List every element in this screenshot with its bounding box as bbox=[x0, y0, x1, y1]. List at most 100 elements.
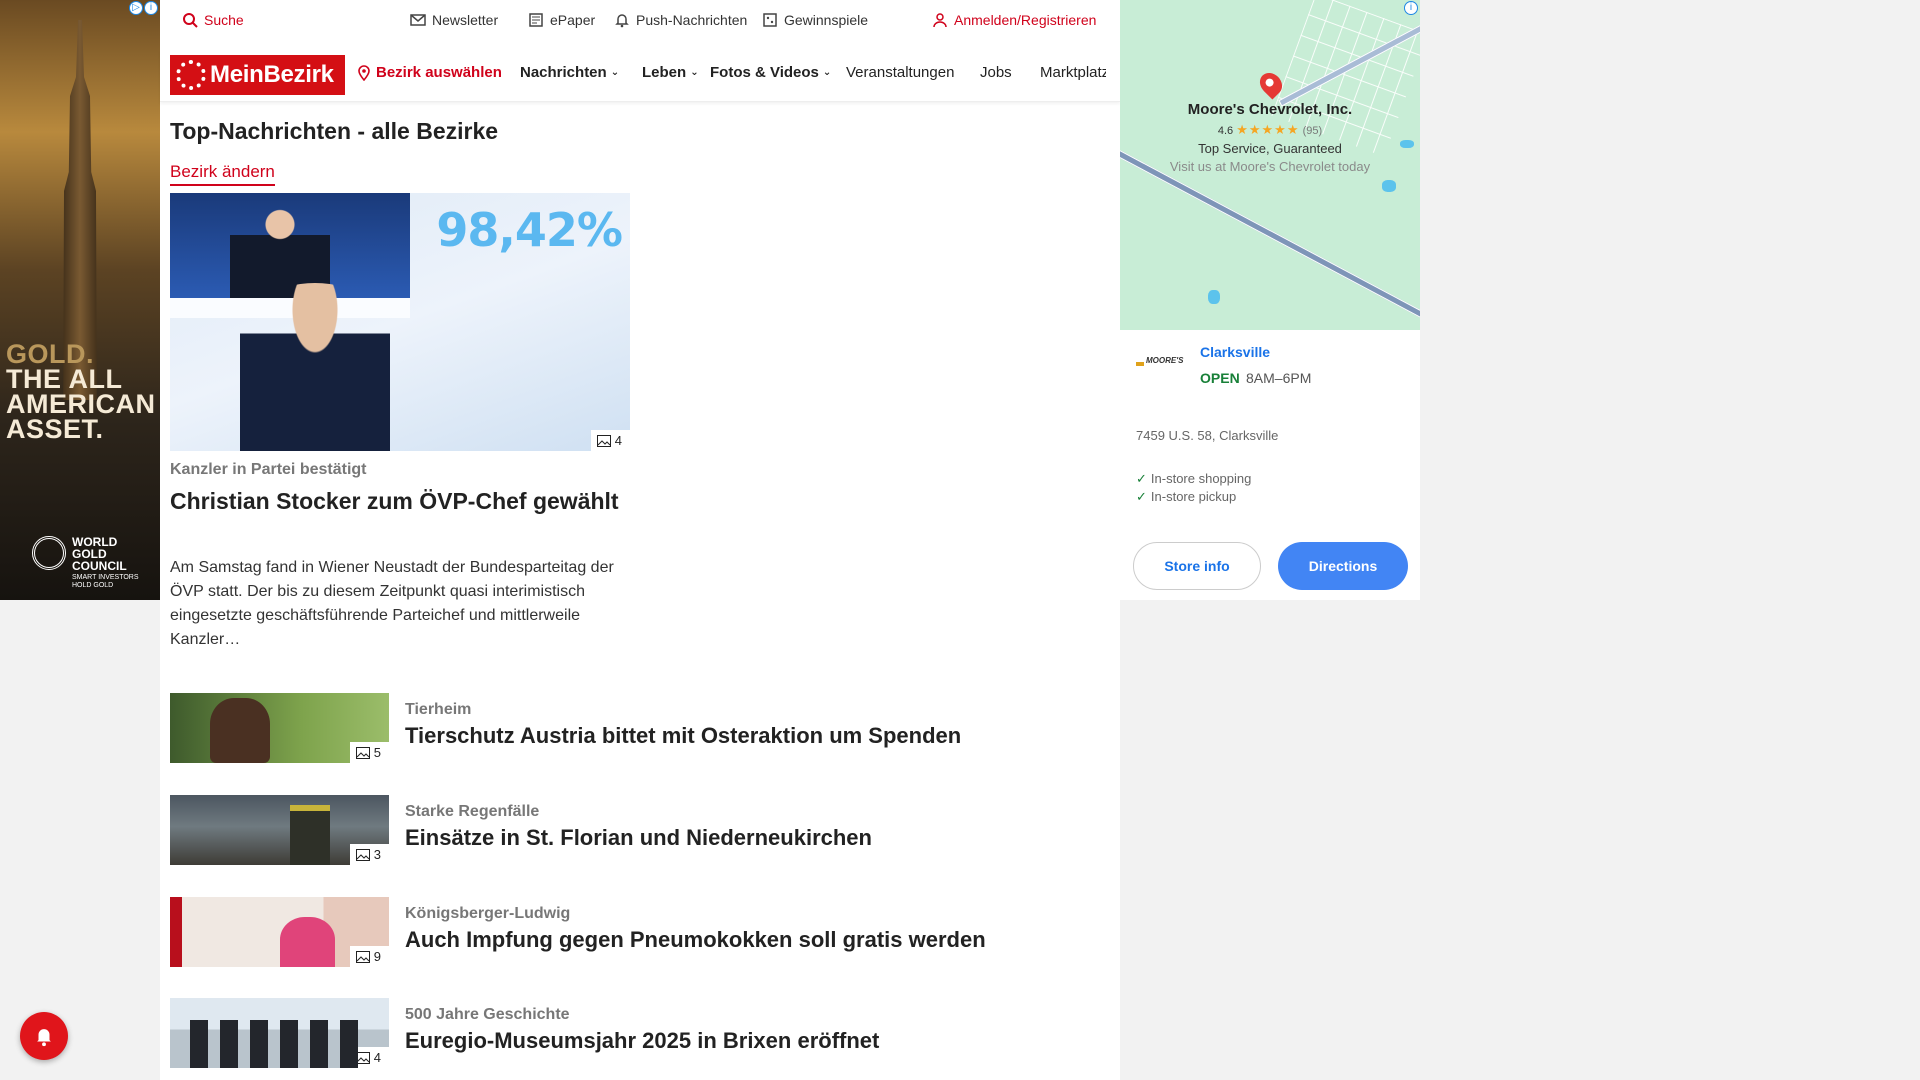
nav-veranstaltungen[interactable]: Veranstaltungen bbox=[846, 64, 954, 81]
store-info-button[interactable]: Store info bbox=[1133, 542, 1261, 590]
article-title-link[interactable]: Euregio-Museumsjahr 2025 in Brixen eröff… bbox=[405, 1028, 879, 1054]
image-count-badge: 9 bbox=[349, 946, 389, 967]
gallery-icon bbox=[355, 950, 370, 963]
gallery-icon bbox=[355, 746, 370, 759]
page-title: Top-Nachrichten - alle Bezirke bbox=[170, 118, 499, 144]
left-advertisement[interactable]: GOLD. THE ALL AMERICAN ASSET. WORLD GOLD… bbox=[0, 0, 160, 600]
search-label: Suche bbox=[204, 12, 244, 28]
select-district-button[interactable]: Bezirk auswählen bbox=[356, 64, 502, 81]
store-feature: ✓ In-store pickup bbox=[1136, 489, 1237, 504]
gewinnspiele-label: Gewinnspiele bbox=[784, 12, 869, 28]
chevron-down-icon: ⌄ bbox=[610, 67, 620, 78]
logo-text: MeinBezirk bbox=[210, 61, 334, 88]
top-utility-bar: Suche Newsletter ePaper Push-Nachrichten… bbox=[170, 12, 1110, 34]
list-item[interactable]: 3 Starke Regenfälle Einsätze in St. Flor… bbox=[170, 795, 1110, 865]
store-address: 7459 U.S. 58, Clarksville bbox=[1136, 428, 1279, 443]
bell-icon bbox=[615, 14, 629, 28]
brand-line-3: COUNCIL bbox=[72, 559, 127, 573]
select-district-label: Bezirk auswählen bbox=[376, 64, 502, 81]
article-kicker: 500 Jahre Geschichte bbox=[405, 1006, 570, 1023]
chevron-down-icon: ⌄ bbox=[822, 67, 832, 78]
image-count-value: 5 bbox=[373, 745, 381, 760]
store-feature: ✓ In-store shopping bbox=[1136, 471, 1252, 486]
nav-veranstaltungen-label: Veranstaltungen bbox=[846, 64, 955, 81]
article-kicker: Königsberger-Ludwig bbox=[405, 905, 571, 922]
ad-subline: Visit us at Moore's Chevrolet today bbox=[1169, 159, 1371, 174]
article-title-link[interactable]: Tierschutz Austria bittet mit Osteraktio… bbox=[405, 723, 961, 749]
image-count-badge: 3 bbox=[349, 844, 389, 865]
list-item[interactable]: 5 Tierheim Tierschutz Austria bittet mit… bbox=[170, 693, 1110, 763]
login-label: Anmelden/Registrieren bbox=[954, 12, 1097, 28]
search-link[interactable]: Suche bbox=[182, 12, 244, 28]
featured-title-link[interactable]: Christian Stocker zum ÖVP-Chef gewählt bbox=[170, 486, 640, 517]
change-district-link[interactable]: Bezirk ändern bbox=[170, 162, 275, 186]
notification-bell-button[interactable] bbox=[20, 1012, 68, 1060]
search-icon bbox=[183, 13, 198, 28]
epaper-label: ePaper bbox=[550, 12, 596, 28]
article-thumbnail[interactable]: 5 bbox=[170, 693, 389, 763]
logo-icon bbox=[176, 60, 206, 90]
nav-nachrichten[interactable]: Nachrichten ⌄ bbox=[520, 64, 619, 81]
article-thumbnail[interactable]: 3 bbox=[170, 795, 389, 865]
meinbezirk-logo[interactable]: MeinBezirk bbox=[170, 55, 345, 95]
gallery-icon bbox=[596, 434, 611, 447]
article-thumbnail[interactable]: 4 bbox=[170, 998, 389, 1068]
nav-nachrichten-label: Nachrichten bbox=[520, 64, 607, 81]
image-count-value: 3 bbox=[373, 847, 381, 862]
ad-map[interactable]: Moore's Chevrolet, Inc. 4.6 ★★★★★ (95) T… bbox=[1120, 0, 1420, 330]
ad-headline: GOLD. THE ALL AMERICAN ASSET. bbox=[6, 339, 156, 444]
nav-leben[interactable]: Leben ⌄ bbox=[642, 64, 699, 81]
nav-fotos-videos[interactable]: Fotos & Videos ⌄ bbox=[710, 64, 831, 81]
ad-play-icon[interactable]: ▷ bbox=[129, 1, 143, 15]
nav-jobs[interactable]: Jobs bbox=[980, 64, 1012, 81]
newspaper-icon bbox=[529, 13, 543, 27]
article-kicker: Tierheim bbox=[405, 701, 472, 718]
newsletter-link[interactable]: Newsletter bbox=[410, 12, 498, 28]
brand-tagline: SMART INVESTORS HOLD GOLD bbox=[72, 574, 139, 589]
gallery-icon bbox=[355, 848, 370, 861]
star-rating-icon: ★★★★★ bbox=[1236, 122, 1300, 137]
store-hours: 8AM–6PM bbox=[1246, 370, 1312, 386]
gewinnspiele-link[interactable]: Gewinnspiele bbox=[762, 12, 868, 28]
login-link[interactable]: Anmelden/Registrieren bbox=[932, 12, 1096, 28]
image-percent-overlay: 98,42% bbox=[436, 203, 623, 257]
article-title-link[interactable]: Auch Impfung gegen Pneumokokken soll gra… bbox=[405, 927, 986, 953]
push-notifications-link[interactable]: Push-Nachrichten bbox=[614, 12, 747, 28]
list-item[interactable]: 4 500 Jahre Geschichte Euregio-Museumsja… bbox=[170, 998, 1110, 1068]
main-column: Suche Newsletter ePaper Push-Nachrichten… bbox=[160, 0, 1120, 1080]
list-item[interactable]: 9 Königsberger-Ludwig Auch Impfung gegen… bbox=[170, 897, 1110, 967]
article-title-link[interactable]: Einsätze in St. Florian und Niederneukir… bbox=[405, 825, 872, 851]
nav-leben-label: Leben bbox=[642, 64, 687, 81]
epaper-link[interactable]: ePaper bbox=[528, 12, 595, 28]
main-navigation: MeinBezirk Bezirk auswählen Nachrichten ⌄… bbox=[160, 50, 1120, 102]
image-count-value: 4 bbox=[373, 1050, 381, 1065]
ad-info-icon[interactable]: i bbox=[144, 1, 158, 15]
push-label: Push-Nachrichten bbox=[636, 12, 748, 28]
ad-tagline: Top Service, Guaranteed bbox=[1198, 141, 1342, 156]
store-logo: MOORE'S bbox=[1136, 356, 1186, 376]
article-thumbnail[interactable]: 9 bbox=[170, 897, 389, 967]
image-count-value: 4 bbox=[614, 433, 622, 448]
featured-kicker: Kanzler in Partei bestätigt bbox=[170, 461, 367, 478]
right-advertisement[interactable]: Moore's Chevrolet, Inc. 4.6 ★★★★★ (95) T… bbox=[1120, 0, 1420, 600]
image-count-badge: 4 bbox=[590, 430, 630, 451]
nav-jobs-label: Jobs bbox=[980, 64, 1012, 81]
rating-value: 4.6 bbox=[1217, 125, 1234, 137]
ad-info-icon[interactable]: i bbox=[1404, 1, 1418, 15]
prize-icon bbox=[763, 13, 777, 27]
mail-icon bbox=[410, 14, 426, 26]
store-city[interactable]: Clarksville bbox=[1200, 344, 1270, 360]
world-gold-council-brand: WORLD GOLD COUNCIL SMART INVESTORS HOLD G… bbox=[32, 536, 154, 592]
featured-article-image[interactable]: 98,42% 4 bbox=[170, 193, 630, 451]
store-card: MOORE'S Clarksville OPEN 8AM–6PM 7459 U.… bbox=[1120, 330, 1420, 600]
world-gold-council-logo-icon bbox=[32, 536, 66, 570]
newsletter-label: Newsletter bbox=[432, 12, 499, 28]
store-status: OPEN bbox=[1200, 370, 1240, 386]
check-icon: ✓ bbox=[1136, 489, 1147, 504]
directions-button[interactable]: Directions bbox=[1278, 542, 1408, 590]
article-kicker: Starke Regenfälle bbox=[405, 803, 540, 820]
chevron-down-icon: ⌄ bbox=[690, 67, 699, 78]
nav-marktplatz[interactable]: Marktplatz bbox=[1040, 64, 1106, 81]
business-rating: 4.6 ★★★★★ (95) bbox=[1120, 122, 1420, 138]
check-icon: ✓ bbox=[1136, 471, 1147, 486]
